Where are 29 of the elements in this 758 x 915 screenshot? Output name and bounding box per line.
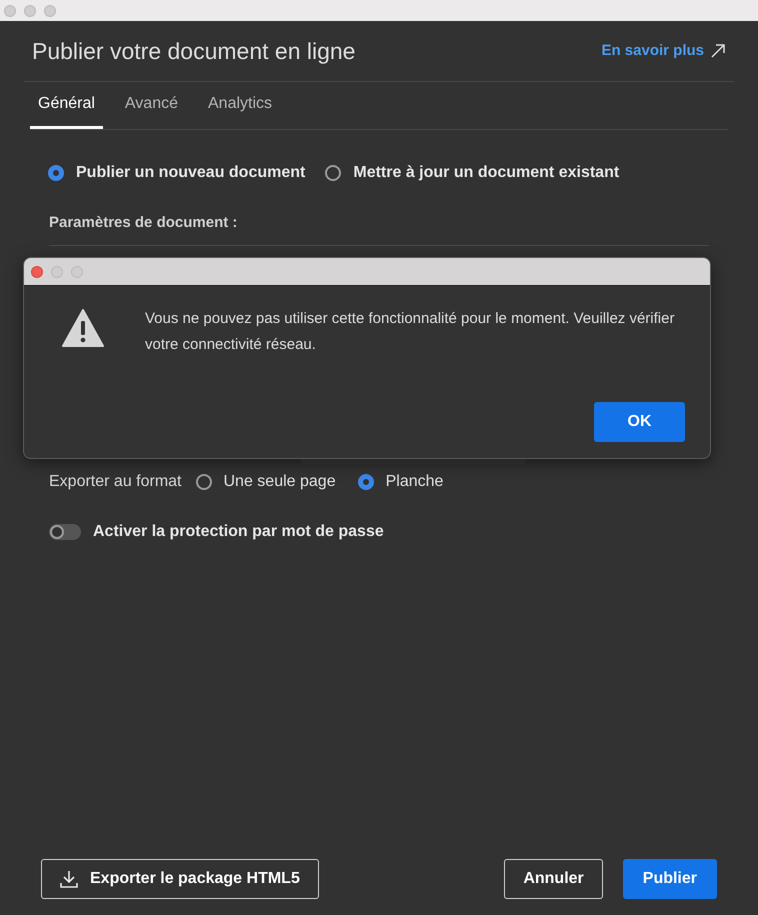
download-icon — [60, 870, 78, 888]
external-arrow-icon — [710, 43, 726, 59]
radio-label: Mettre à jour un document existant — [353, 163, 620, 183]
radio-button[interactable] — [358, 474, 374, 490]
radio-button[interactable] — [48, 165, 64, 181]
section-label: Paramètres de document : — [49, 214, 238, 231]
tab[interactable]: Avancé — [116, 82, 186, 129]
radio-button[interactable] — [325, 165, 342, 181]
tab[interactable]: Analytics — [200, 82, 280, 129]
publish-button[interactable]: Publier — [622, 859, 717, 899]
close-window-icon[interactable] — [31, 266, 43, 278]
zoom-window-icon[interactable] — [44, 4, 56, 16]
toggle-label: Activer la protection par mot de passe — [93, 522, 384, 542]
export-format-label: Exporter au format — [49, 472, 182, 492]
ok-button[interactable]: OK — [594, 402, 685, 442]
dialog-title: Publier votre document en ligne — [32, 36, 356, 66]
minimize-window-icon[interactable] — [24, 4, 36, 16]
radio-label: Planche — [386, 472, 444, 492]
tab[interactable]: Général — [30, 82, 103, 129]
password-toggle[interactable] — [49, 524, 81, 540]
warning-icon — [61, 308, 105, 348]
cancel-button[interactable]: Annuler — [504, 859, 603, 899]
radio-button[interactable] — [196, 474, 212, 490]
radio-label: Publier un nouveau document — [76, 163, 306, 183]
radio-label: Une seule page — [224, 472, 336, 492]
export-package-button[interactable]: Exporter le package HTML5 — [41, 859, 319, 899]
learn-more-link[interactable]: En savoir plus — [601, 40, 726, 62]
alert-message: Vous ne pouvez pas utiliser cette fonctionnalité pour le moment. Veuillez vérifier votre connectivité réseau. — [145, 309, 676, 355]
close-window-icon[interactable] — [4, 4, 16, 16]
